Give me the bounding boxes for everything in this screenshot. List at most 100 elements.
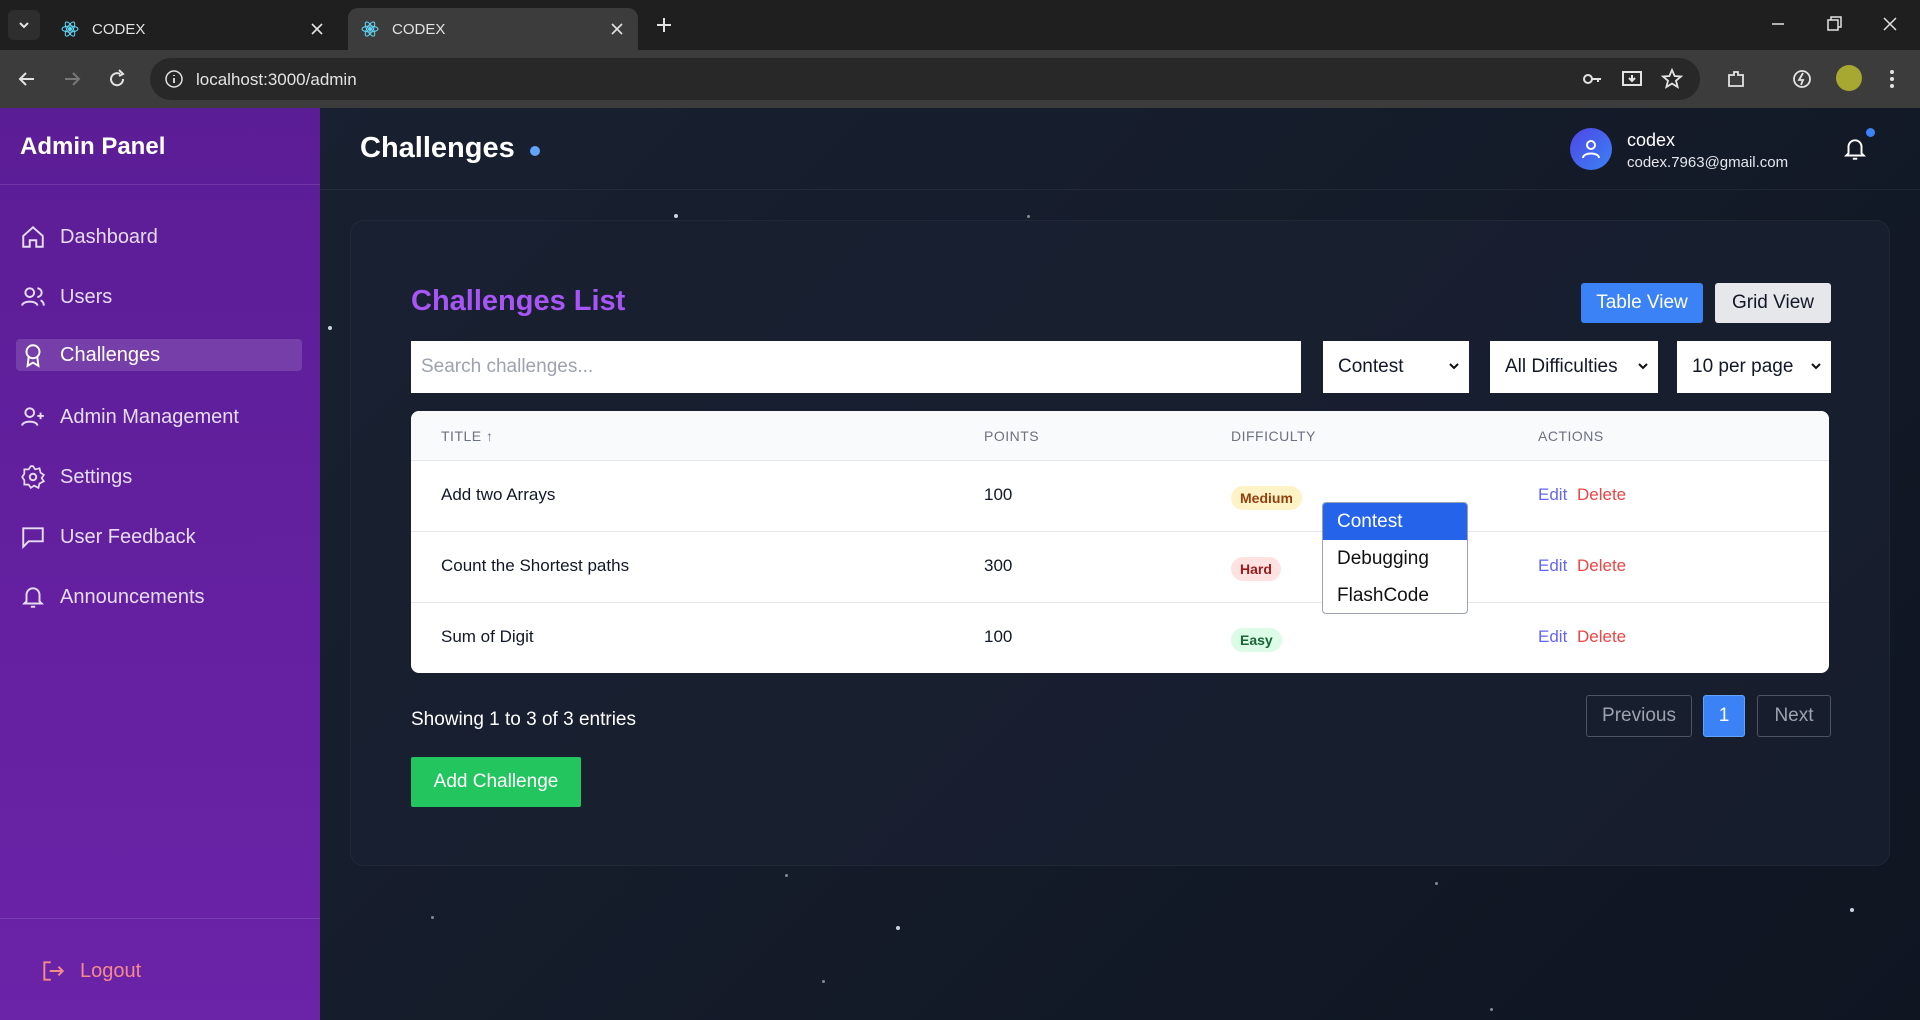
difficulty-badge: Medium: [1231, 486, 1302, 510]
chevron-down-icon: [1638, 363, 1648, 370]
search-input[interactable]: [411, 341, 1301, 393]
category-select[interactable]: Contest: [1323, 341, 1469, 393]
notification-bell-icon[interactable]: [1842, 136, 1868, 162]
difficulty-badge: Hard: [1231, 557, 1281, 581]
edit-link[interactable]: Edit: [1538, 485, 1567, 505]
react-icon: [361, 21, 379, 37]
dropdown-option[interactable]: FlashCode: [1323, 577, 1467, 613]
grid-view-button[interactable]: Grid View: [1715, 283, 1831, 323]
tab-title: CODEX: [92, 20, 146, 38]
forward-arrow-icon[interactable]: [60, 67, 84, 91]
message-icon: [22, 527, 44, 550]
profile-avatar[interactable]: [1836, 65, 1862, 91]
install-icon[interactable]: [1620, 67, 1644, 91]
menu-dots-icon[interactable]: [1880, 67, 1904, 91]
logout-icon: [43, 961, 65, 981]
previous-page-button[interactable]: Previous: [1586, 695, 1692, 737]
users-icon: [21, 287, 45, 306]
back-arrow-icon[interactable]: [15, 67, 39, 91]
next-page-button[interactable]: Next: [1757, 695, 1831, 737]
home-icon: [22, 225, 44, 248]
dropdown-option[interactable]: Debugging: [1323, 540, 1467, 577]
sidebar-item-user-feedback[interactable]: User Feedback: [16, 521, 302, 553]
performance-icon[interactable]: [1790, 67, 1814, 91]
delete-link[interactable]: Delete: [1577, 556, 1626, 576]
category-dropdown-menu: Contest Debugging FlashCode: [1322, 502, 1468, 614]
site-info-icon[interactable]: [164, 69, 184, 89]
sidebar-item-announcements[interactable]: Announcements: [16, 581, 302, 613]
address-bar[interactable]: localhost:3000/admin: [150, 58, 1700, 100]
background-star: [1850, 908, 1854, 912]
category-select-value: Contest: [1338, 356, 1404, 377]
user-email: codex.7963@gmail.com: [1627, 154, 1789, 171]
sidebar-item-users[interactable]: Users: [16, 281, 302, 313]
sidebar-item-label: Announcements: [60, 585, 205, 608]
sidebar-item-settings[interactable]: Settings: [16, 461, 302, 493]
close-window-icon[interactable]: [1878, 12, 1902, 36]
tab-title: CODEX: [392, 20, 446, 38]
chevron-down-icon: [1449, 363, 1459, 370]
star-icon[interactable]: [1660, 67, 1684, 91]
award-icon: [25, 344, 41, 368]
add-challenge-button[interactable]: Add Challenge: [411, 757, 581, 807]
divider: [0, 184, 320, 185]
sidebar-item-label: Settings: [60, 465, 133, 488]
background-star: [896, 926, 900, 930]
sidebar: Admin Panel Dashboard Users Challenges A…: [0, 108, 320, 1020]
background-star: [1027, 215, 1030, 218]
user-name: codex: [1627, 130, 1676, 150]
chevron-down-icon: [19, 22, 29, 29]
column-header-title[interactable]: TITLE ↑: [441, 428, 494, 444]
reload-icon[interactable]: [105, 67, 129, 91]
brand-title: Admin Panel: [20, 133, 166, 160]
sidebar-item-admin-management[interactable]: Admin Management: [16, 401, 302, 433]
difficulty-select[interactable]: All Difficulties: [1490, 341, 1658, 393]
dropdown-option[interactable]: Contest: [1323, 503, 1467, 540]
entries-summary: Showing 1 to 3 of 3 entries: [411, 709, 636, 730]
new-tab-icon[interactable]: [652, 13, 676, 37]
section-title: Challenges List: [411, 285, 626, 317]
key-icon[interactable]: [1580, 67, 1604, 91]
sidebar-item-challenges[interactable]: Challenges: [16, 339, 302, 371]
app-root: Admin Panel Dashboard Users Challenges A…: [0, 108, 1920, 1020]
background-star: [431, 916, 434, 919]
logout-button[interactable]: Logout: [40, 958, 141, 984]
status-dot: [530, 146, 540, 156]
extensions-icon[interactable]: [1724, 67, 1748, 91]
gear-icon: [21, 465, 46, 490]
delete-link[interactable]: Delete: [1577, 627, 1626, 647]
challenge-title: Add two Arrays: [441, 485, 556, 504]
browser-tab[interactable]: CODEX: [48, 8, 338, 50]
column-header-actions: ACTIONS: [1538, 428, 1604, 444]
browser-tabbar: CODEX CODEX: [0, 0, 1920, 50]
tab-search-button[interactable]: [8, 10, 40, 40]
column-header-difficulty[interactable]: DIFFICULTY: [1231, 428, 1316, 444]
sidebar-item-dashboard[interactable]: Dashboard: [16, 221, 302, 253]
avatar[interactable]: [1570, 128, 1612, 170]
background-star: [1435, 882, 1438, 885]
sidebar-item-label: Admin Management: [60, 405, 239, 428]
background-star: [785, 874, 788, 877]
difficulty-badge: Easy: [1231, 628, 1282, 652]
page-number-button[interactable]: 1: [1703, 695, 1745, 737]
background-star: [822, 980, 825, 983]
challenges-card: Challenges List Table View Grid View Con…: [350, 220, 1890, 866]
delete-link[interactable]: Delete: [1577, 485, 1626, 505]
background-star: [328, 326, 332, 330]
challenge-points: 300: [984, 556, 1013, 575]
close-icon[interactable]: [608, 20, 626, 38]
table-row: Count the Shortest paths 300 Hard Edit D…: [411, 532, 1829, 603]
url-text: localhost:3000/admin: [196, 70, 357, 89]
restore-icon[interactable]: [1822, 12, 1846, 36]
table-view-button[interactable]: Table View: [1581, 283, 1703, 323]
browser-tab-active[interactable]: CODEX: [348, 8, 638, 50]
challenge-points: 100: [984, 627, 1013, 646]
user-icon: [1582, 140, 1600, 159]
close-icon[interactable]: [308, 20, 326, 38]
per-page-select[interactable]: 10 per page: [1677, 341, 1831, 393]
edit-link[interactable]: Edit: [1538, 627, 1567, 647]
column-header-points[interactable]: POINTS: [984, 428, 1039, 444]
minimize-icon[interactable]: [1766, 12, 1790, 36]
sidebar-item-label: Dashboard: [60, 225, 158, 248]
edit-link[interactable]: Edit: [1538, 556, 1567, 576]
